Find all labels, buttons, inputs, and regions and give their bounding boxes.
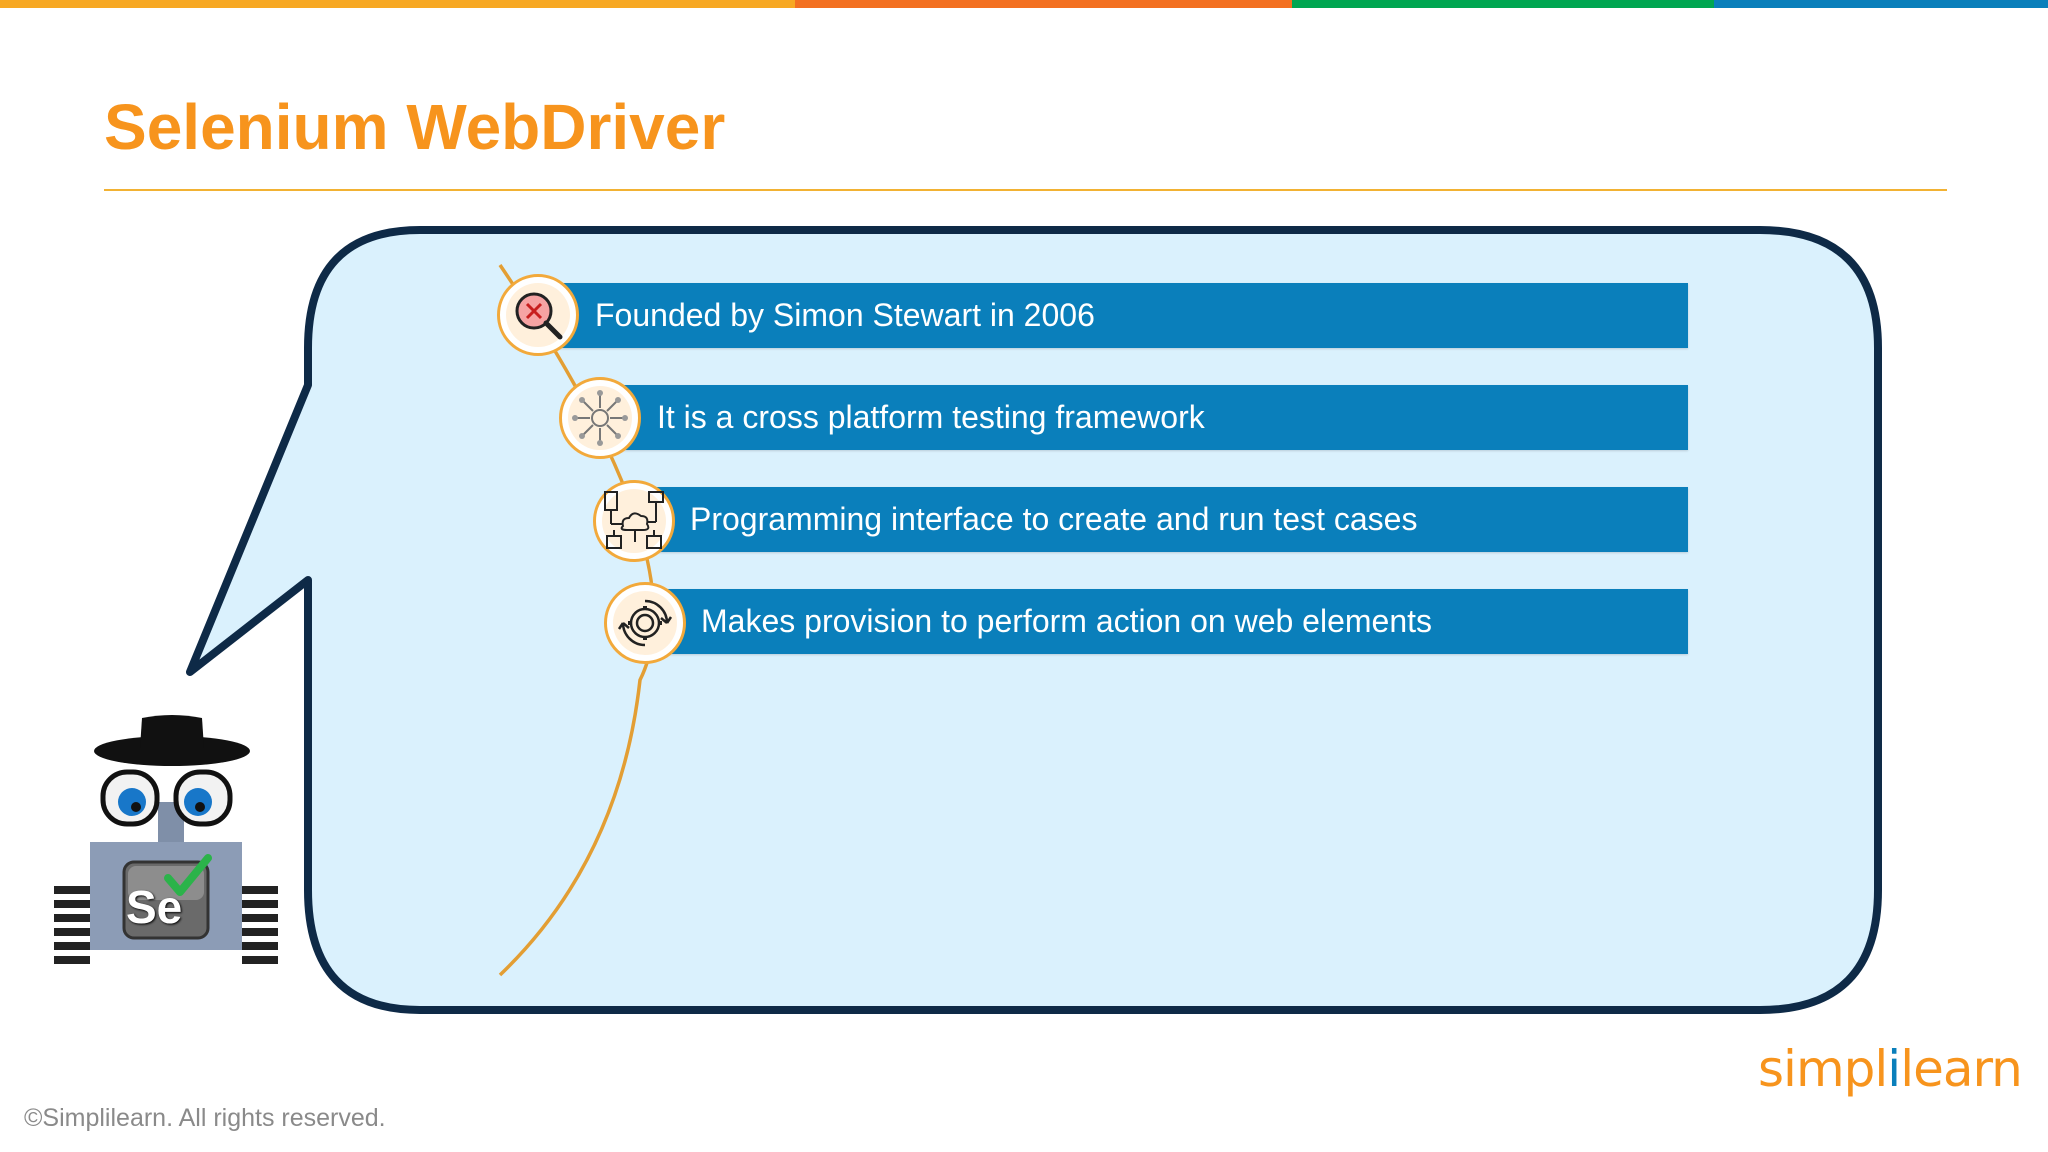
speech-bubble — [186, 226, 1882, 1014]
logo-part-learn: learn — [1900, 1040, 2023, 1098]
magnifier-x-icon — [497, 274, 579, 356]
logo-part-simpl: simpl — [1758, 1040, 1888, 1098]
network-gear-icon — [559, 377, 641, 459]
point-text-2: It is a cross platform testing framework — [657, 399, 1205, 435]
logo-part-i: i — [1887, 1040, 1901, 1098]
selenium-badge-text: Se — [126, 881, 183, 933]
cloud-devices-icon — [593, 480, 675, 562]
gear-cycle-icon — [604, 582, 686, 664]
selenium-robot-mascot — [54, 715, 278, 964]
point-text-4: Makes provision to perform action on web… — [701, 603, 1433, 639]
simplilearn-logo: simplilearn — [1758, 1040, 2023, 1098]
copyright-text: ©Simplilearn. All rights reserved. — [24, 1104, 386, 1132]
point-text-3: Programming interface to create and run … — [690, 501, 1418, 537]
point-text-1: Founded by Simon Stewart in 2006 — [595, 297, 1095, 333]
